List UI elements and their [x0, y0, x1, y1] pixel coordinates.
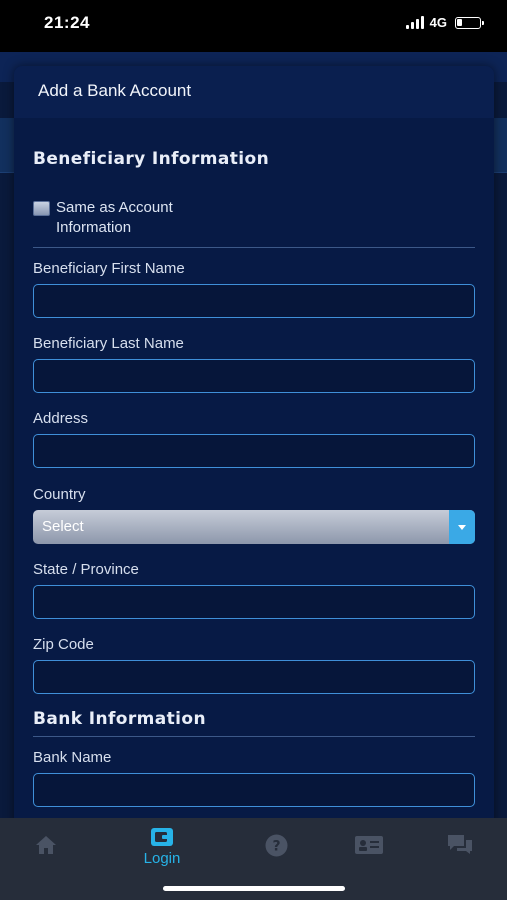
country-select[interactable]: Select [33, 510, 475, 544]
home-indicator [163, 886, 345, 891]
zip-input[interactable] [33, 660, 475, 694]
status-time: 21:24 [44, 13, 90, 32]
tab-profile[interactable] [354, 834, 384, 856]
bank-section-divider [33, 736, 475, 737]
tab-chat[interactable] [446, 833, 474, 857]
home-icon [36, 836, 56, 854]
chat-icon [448, 835, 472, 854]
section-divider [33, 247, 475, 248]
beneficiary-section-title: Beneficiary Information [33, 149, 270, 169]
tab-login-label: Login [143, 850, 181, 867]
zip-label: Zip Code [33, 636, 94, 653]
first-name-label: Beneficiary First Name [33, 260, 185, 277]
wallet-icon [151, 828, 173, 846]
country-label: Country [33, 486, 86, 503]
network-type: 4G [429, 15, 447, 30]
chevron-down-icon[interactable] [449, 510, 475, 544]
state-input[interactable] [33, 585, 475, 619]
address-input[interactable] [33, 434, 475, 468]
tab-home[interactable] [34, 834, 58, 856]
same-as-account-label: Same as Account Information [56, 199, 173, 236]
state-label: State / Province [33, 561, 139, 578]
add-bank-account-modal: Add a Bank Account Beneficiary Informati… [14, 66, 494, 826]
same-as-account-checkbox[interactable] [33, 201, 50, 216]
bank-name-label: Bank Name [33, 749, 112, 766]
country-select-value: Select [42, 518, 84, 535]
tab-login[interactable]: Login [138, 826, 186, 867]
status-indicators: 4G [405, 15, 484, 30]
status-bar: 21:24 4G [0, 0, 507, 52]
svg-text:?: ? [272, 839, 280, 855]
battery-icon [455, 16, 484, 29]
same-as-account-checkbox-row[interactable]: Same as Account Information [33, 198, 216, 238]
help-icon: ? [265, 834, 288, 857]
address-label: Address [33, 410, 89, 427]
tab-help[interactable]: ? [264, 833, 289, 858]
last-name-label: Beneficiary Last Name [33, 335, 184, 352]
bank-name-input[interactable] [33, 773, 475, 807]
last-name-input[interactable] [33, 359, 475, 393]
bank-section-title: Bank Information [33, 709, 206, 729]
id-card-icon [355, 836, 383, 854]
first-name-input[interactable] [33, 284, 475, 318]
signal-icon [405, 16, 424, 29]
modal-title: Add a Bank Account [38, 81, 192, 100]
modal-header: Add a Bank Account [14, 66, 494, 118]
